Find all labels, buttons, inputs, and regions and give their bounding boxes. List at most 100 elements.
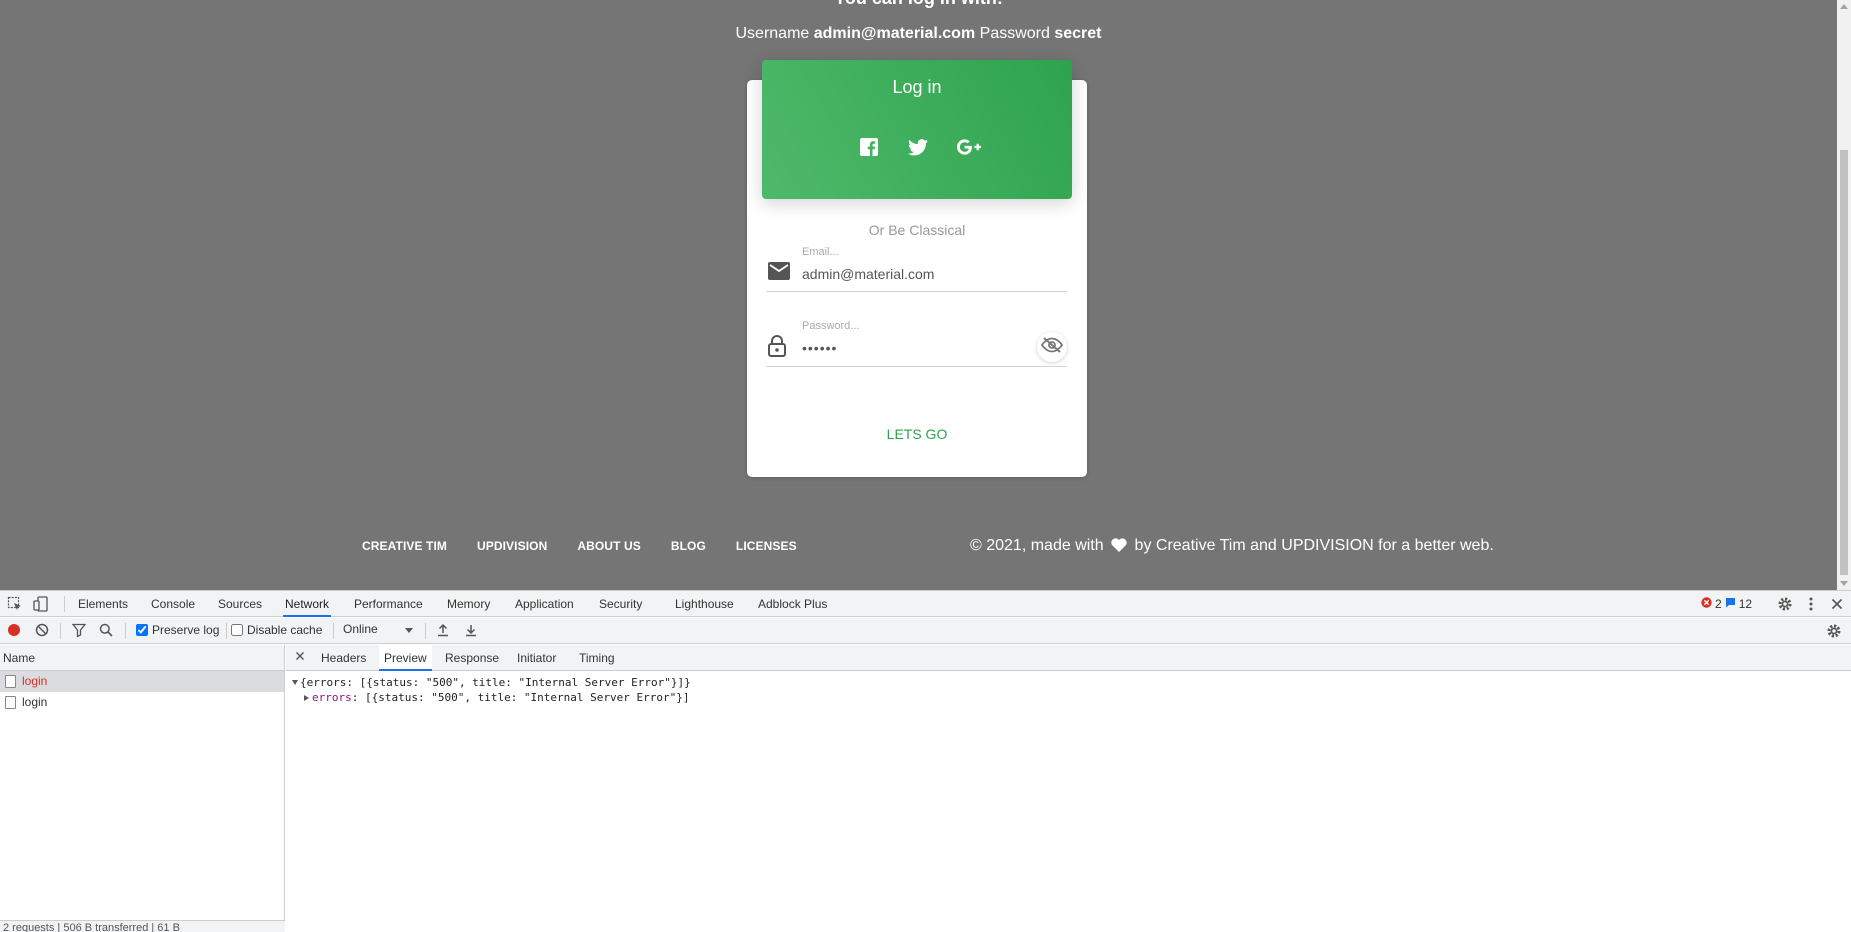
login-hint-title: You can log in with: [0, 0, 1837, 9]
more-options-icon[interactable] [1803, 596, 1819, 615]
json-child-value: : [{status: "500", title: "Internal Serv… [351, 691, 690, 704]
tab-sources[interactable]: Sources [216, 591, 264, 617]
tab-elements[interactable]: Elements [76, 591, 130, 617]
expanded-arrow-icon [292, 680, 298, 685]
google-plus-icon[interactable] [955, 133, 983, 161]
document-icon [5, 675, 16, 688]
json-child-node[interactable]: errors: [{status: "500", title: "Interna… [292, 690, 691, 705]
scroll-up-icon[interactable] [1840, 4, 1848, 9]
or-be-classical-text: Or Be Classical [868, 222, 966, 238]
tab-performance[interactable]: Performance [352, 591, 425, 617]
footer-link-about-us[interactable]: ABOUT US [577, 539, 640, 553]
export-har-icon[interactable] [464, 623, 478, 640]
toolbar-divider [226, 623, 227, 639]
tab-adblock-plus[interactable]: Adblock Plus [756, 591, 829, 617]
preserve-log-checkbox[interactable]: Preserve log [136, 623, 219, 637]
lock-icon [768, 335, 786, 361]
tab-headers[interactable]: Headers [316, 645, 371, 671]
login-card-header: Log in [762, 60, 1072, 199]
gear-icon[interactable] [1777, 596, 1793, 615]
tab-console[interactable]: Console [149, 591, 197, 617]
disable-cache-label: Disable cache [247, 623, 323, 637]
devtools-panel: Elements Console Sources Network Perform… [0, 590, 1851, 932]
mail-icon [768, 262, 790, 284]
json-root-node[interactable]: {errors: [{status: "500", title: "Intern… [292, 675, 691, 690]
footer-link-creative-tim[interactable]: CREATIVE TIM [362, 539, 447, 553]
message-count: 12 [1738, 597, 1753, 611]
hint-username-label: Username [735, 25, 810, 42]
devtools-window-controls [1777, 596, 1845, 615]
tab-network[interactable]: Network [283, 591, 332, 617]
json-preview: {errors: [{status: "500", title: "Intern… [292, 675, 691, 705]
import-har-icon[interactable] [436, 623, 450, 640]
request-row[interactable]: login [0, 671, 284, 692]
password-input[interactable]: •••••• [802, 340, 837, 356]
preserve-log-label: Preserve log [152, 623, 220, 637]
column-header-name[interactable]: Name [0, 645, 284, 671]
error-count: 2 [1715, 597, 1722, 611]
throttling-value: Online [343, 622, 378, 636]
twitter-icon[interactable] [904, 133, 932, 161]
disable-cache-checkbox[interactable]: Disable cache [231, 623, 322, 637]
tab-timing[interactable]: Timing [574, 645, 620, 671]
tab-application[interactable]: Application [513, 591, 576, 617]
hint-password-value: secret [1054, 25, 1102, 42]
toolbar-divider [125, 623, 126, 639]
json-key-errors: errors [312, 691, 352, 704]
scrollbar-thumb[interactable] [1840, 150, 1848, 575]
clear-icon[interactable] [35, 623, 49, 640]
footer-link-blog[interactable]: BLOG [671, 539, 706, 553]
devtools-tab-bar: Elements Console Sources Network Perform… [0, 591, 1851, 617]
eye-off-icon [1040, 337, 1064, 357]
tab-response[interactable]: Response [440, 645, 504, 671]
card-title: Log in [892, 77, 942, 97]
heart-icon [1111, 538, 1127, 557]
page-scrollbar[interactable] [1837, 0, 1851, 590]
scroll-down-icon[interactable] [1840, 581, 1848, 586]
copyright-prefix: © 2021, made with [970, 537, 1104, 554]
network-toolbar: Preserve log Disable cache Online [0, 618, 1851, 644]
email-field[interactable]: Email... admin@material.com [766, 244, 1067, 292]
password-underline [766, 366, 1067, 367]
page-viewport: You can log in with: Username admin@mate… [0, 0, 1851, 590]
footer-nav: CREATIVE TIM UPDIVISION ABOUT US BLOG LI… [362, 539, 827, 553]
lets-go-button[interactable]: LETS GO [860, 424, 974, 444]
device-toolbar-icon[interactable] [33, 596, 49, 615]
tab-memory[interactable]: Memory [445, 591, 492, 617]
footer-link-licenses[interactable]: LICENSES [736, 539, 797, 553]
json-root-text: {errors: [{status: "500", title: "Intern… [300, 676, 691, 689]
network-settings-gear-icon[interactable] [1826, 623, 1842, 642]
record-icon[interactable] [7, 623, 21, 640]
request-detail-panel: Headers Preview Response Initiator Timin… [286, 645, 1851, 932]
tab-lighthouse[interactable]: Lighthouse [673, 591, 736, 617]
facebook-icon[interactable] [855, 133, 883, 161]
request-name: login [22, 695, 48, 709]
close-detail-icon[interactable] [294, 650, 306, 665]
email-input[interactable]: admin@material.com [802, 266, 934, 282]
request-row[interactable]: login [0, 692, 284, 713]
password-field[interactable]: Password... •••••• [766, 318, 1067, 368]
throttling-select[interactable]: Online [343, 622, 417, 640]
search-icon[interactable] [99, 623, 113, 640]
preserve-log-check[interactable] [136, 624, 148, 636]
toolbar-divider [333, 623, 334, 639]
toggle-password-visibility-button[interactable] [1037, 332, 1067, 362]
request-list: Name login login 2 requests | 506 B tran… [0, 645, 285, 932]
filter-icon[interactable] [71, 623, 87, 640]
close-icon[interactable] [1829, 596, 1845, 615]
tab-security[interactable]: Security [597, 591, 644, 617]
footer-link-updivision[interactable]: UPDIVISION [477, 539, 547, 553]
inspect-element-icon[interactable] [7, 596, 23, 615]
password-label: Password... [802, 320, 860, 332]
tab-preview[interactable]: Preview [379, 645, 432, 671]
disable-cache-check[interactable] [231, 624, 243, 636]
request-name: login [22, 674, 48, 688]
hint-password-label: Password [979, 25, 1050, 42]
toolbar-divider [425, 623, 426, 639]
copyright: © 2021, made with by Creative Tim and UP… [970, 537, 1494, 557]
issue-counts[interactable]: 2 12 [1701, 597, 1752, 611]
email-underline [766, 291, 1067, 292]
toolbar-divider [60, 623, 61, 639]
tab-initiator[interactable]: Initiator [512, 645, 561, 671]
detail-tab-bar: Headers Preview Response Initiator Timin… [286, 645, 1851, 671]
